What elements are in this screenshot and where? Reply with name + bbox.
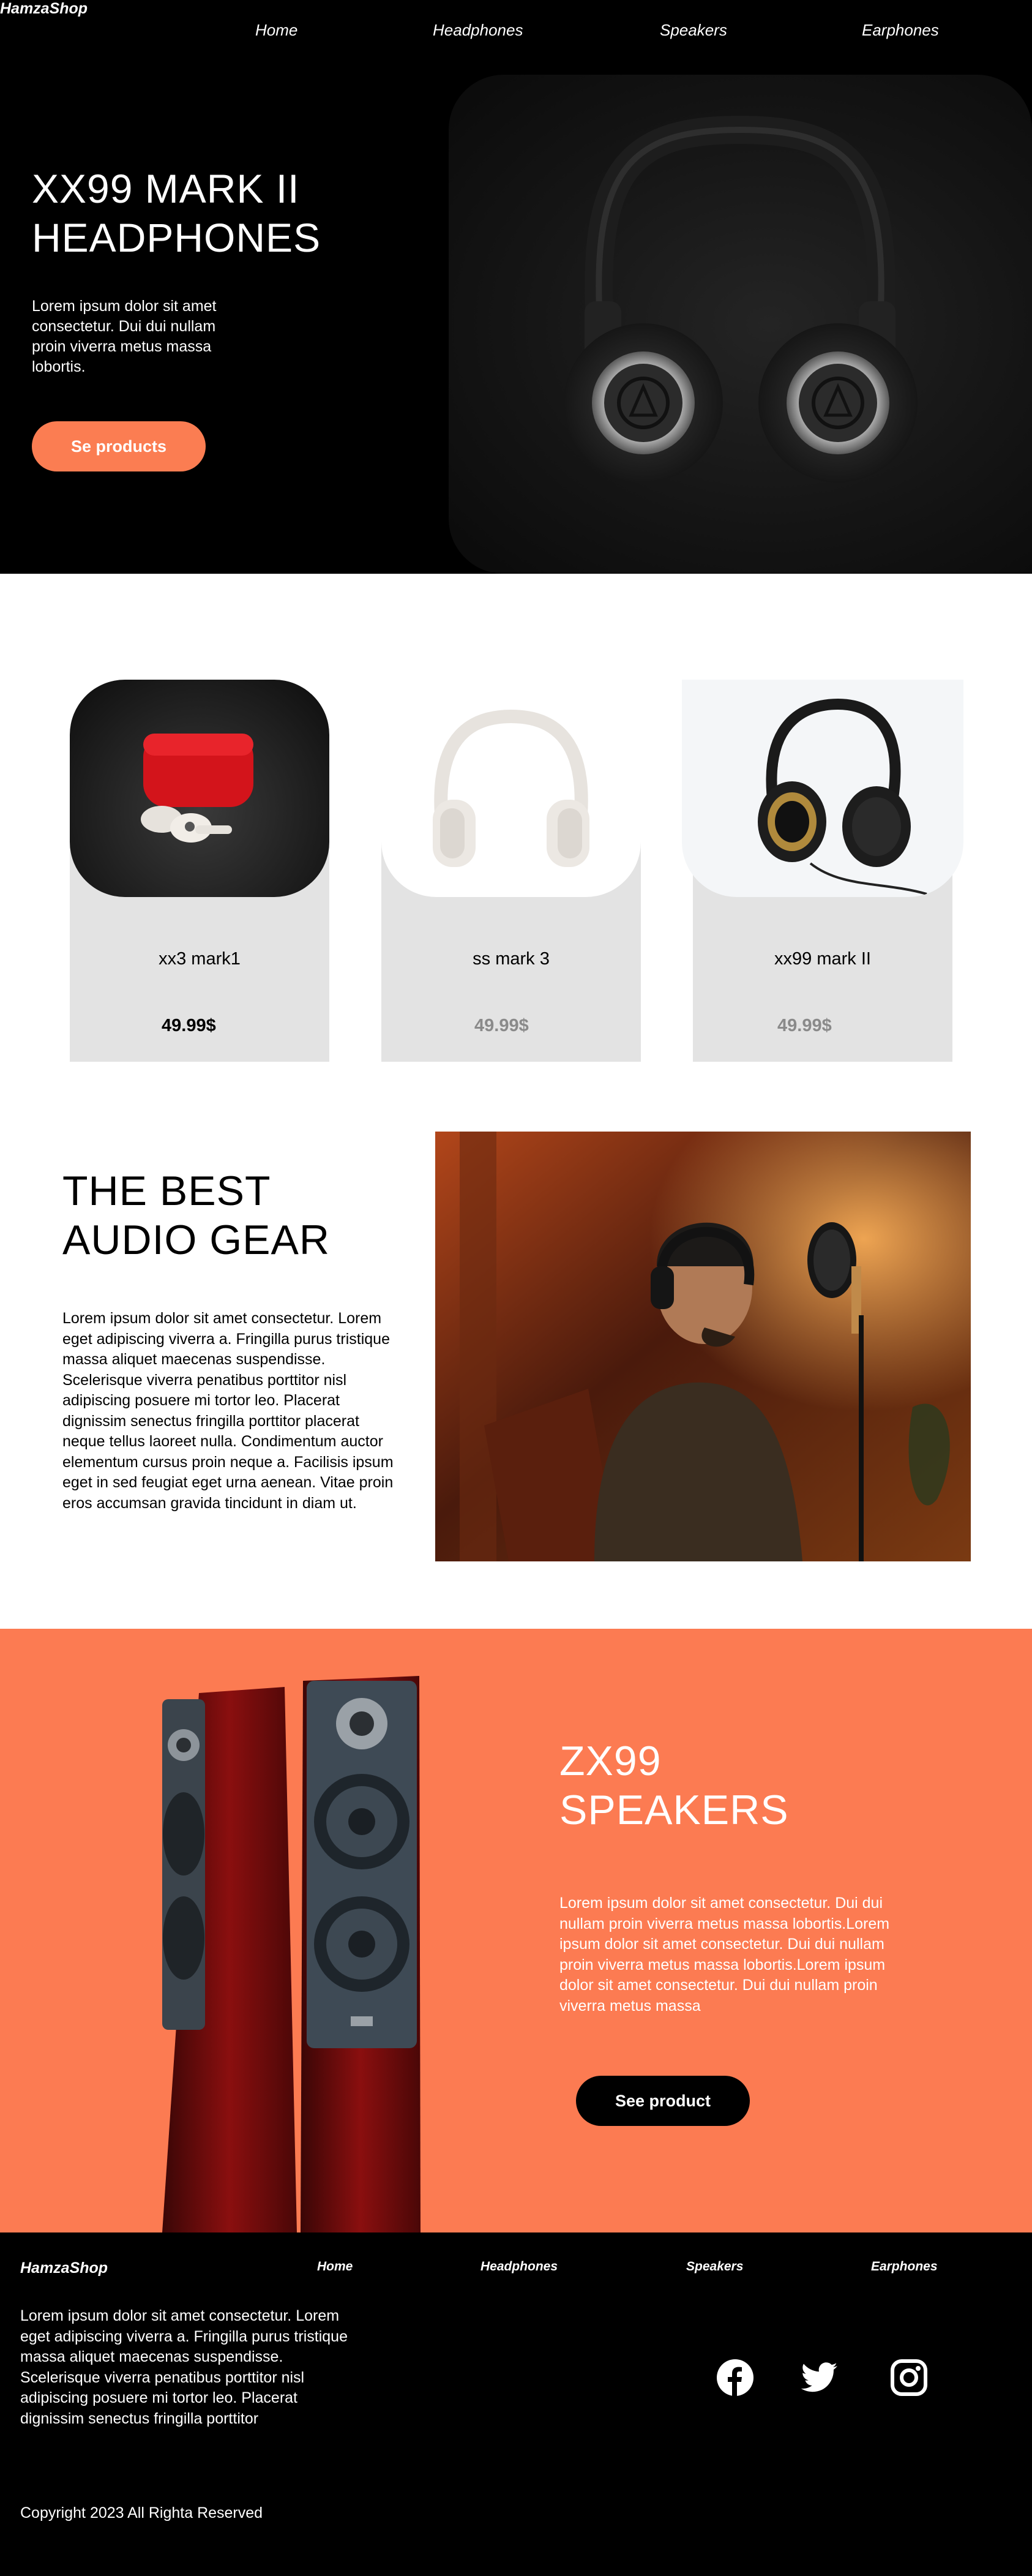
nav-speakers[interactable]: Speakers: [660, 21, 727, 40]
product-card-ss-mark-3[interactable]: ss mark 3 49.99$: [381, 680, 641, 1062]
studio-headphones-illustration: [758, 698, 927, 895]
site-footer: HamzaShop Home Headphones Speakers Earph…: [0, 2232, 1032, 2576]
footer-nav-headphones[interactable]: Headphones: [480, 2259, 558, 2274]
footer-nav-speakers[interactable]: Speakers: [686, 2259, 743, 2274]
product-price: 49.99$: [162, 1016, 216, 1035]
footer-nav-home[interactable]: Home: [317, 2259, 353, 2274]
footer-nav-earphones[interactable]: Earphones: [871, 2259, 938, 2274]
footer-brand-logo[interactable]: HamzaShop: [20, 2259, 108, 2277]
audio-gear-title: THE BEST AUDIO GEAR: [62, 1166, 430, 1264]
audio-title-line2: AUDIO GEAR: [62, 1217, 330, 1263]
hero-headphones-image: [449, 75, 1032, 574]
earbuds-image: [70, 680, 329, 897]
headphones-illustration: [564, 115, 918, 483]
twitter-icon[interactable]: [799, 2357, 840, 2398]
hero-title: XX99 MARK II HEADPHONES: [32, 164, 399, 262]
hero-title-line1: XX99 MARK II: [32, 166, 300, 211]
speakers-section: ZX99 SPEAKERS Lorem ipsum dolor sit amet…: [0, 1629, 1032, 2232]
audio-title-line1: THE BEST: [62, 1168, 271, 1214]
footer-description: Lorem ipsum dolor sit amet consectetur. …: [20, 2307, 348, 2427]
product-name: ss mark 3: [473, 949, 550, 969]
speakers-title-line1: ZX99: [559, 1738, 662, 1784]
product-card-xx3[interactable]: xx3 mark1 49.99$: [70, 680, 329, 1062]
speakers-title: ZX99 SPEAKERS: [559, 1737, 927, 1834]
products-section: xx3 mark1 49.99$ ss mark 3 49.99$ xx99 m…: [0, 574, 1032, 1132]
hero-section: HamzaShop Home Headphones Speakers Earph…: [0, 0, 1032, 574]
product-price: 49.99$: [474, 1016, 529, 1035]
see-product-button[interactable]: See product: [576, 2076, 750, 2126]
hero-description: Lorem ipsum dolor sit amet consectetur. …: [32, 298, 217, 375]
see-products-button[interactable]: Se products: [32, 421, 206, 471]
best-audio-gear-section: THE BEST AUDIO GEAR Lorem ipsum dolor si…: [0, 1132, 1032, 1629]
facebook-icon[interactable]: [715, 2357, 755, 2398]
nav-home[interactable]: Home: [255, 21, 297, 40]
earbuds-case-illustration: [141, 734, 253, 843]
white-headphones-illustration: [433, 709, 589, 867]
copyright-text: Copyright 2023 All Righta Reserved: [20, 2504, 263, 2522]
tower-speakers-image: [162, 1676, 421, 2232]
product-card-xx99-mark-ii[interactable]: xx99 mark II 49.99$: [682, 680, 963, 1062]
brand-logo[interactable]: HamzaShop: [0, 0, 88, 18]
instagram-icon[interactable]: [889, 2357, 929, 2398]
product-price: 49.99$: [777, 1016, 832, 1035]
hero-title-line2: HEADPHONES: [32, 215, 321, 260]
audio-gear-description: Lorem ipsum dolor sit amet consectetur. …: [62, 1310, 394, 1512]
product-name: xx3 mark1: [159, 949, 241, 969]
speakers-title-line2: SPEAKERS: [559, 1787, 789, 1833]
studio-musician-illustration: [435, 1132, 971, 1561]
product-name: xx99 mark II: [774, 949, 871, 969]
musician-photo: [435, 1132, 971, 1561]
studio-headphones-image: [682, 680, 963, 897]
speakers-description: Lorem ipsum dolor sit amet consectetur. …: [559, 1894, 890, 2015]
nav-headphones[interactable]: Headphones: [433, 21, 523, 40]
white-headphones-image: [381, 680, 641, 897]
nav-earphones[interactable]: Earphones: [862, 21, 939, 40]
